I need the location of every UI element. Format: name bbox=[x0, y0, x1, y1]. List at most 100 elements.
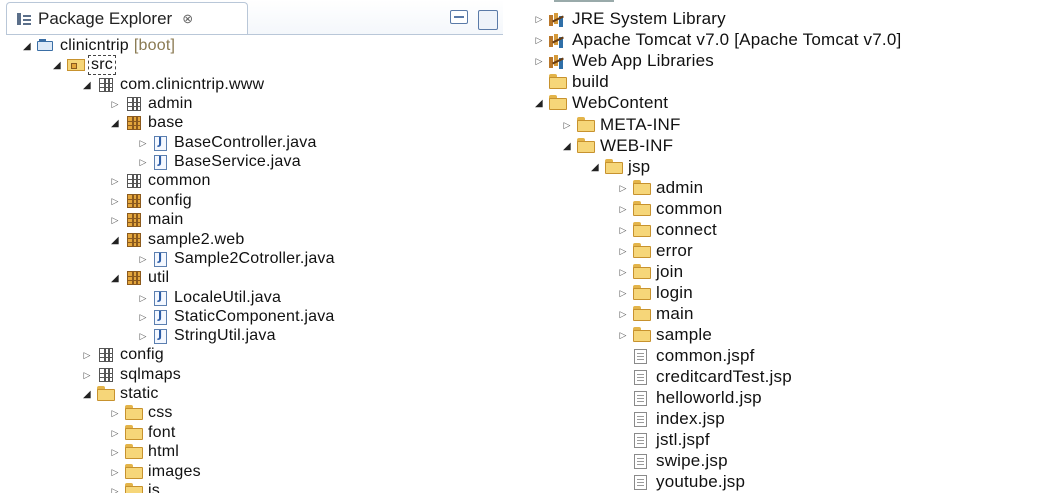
expand-arrow-icon[interactable]: ▷ bbox=[560, 120, 574, 131]
tree-item[interactable]: ▷ join bbox=[616, 262, 683, 282]
minimize-icon[interactable] bbox=[450, 10, 468, 24]
expand-arrow-icon[interactable]: ▷ bbox=[616, 246, 630, 257]
tree-item[interactable]: ▷ sqlmaps bbox=[80, 365, 181, 385]
expand-arrow-icon[interactable]: ▷ bbox=[108, 486, 122, 493]
expand-arrow-icon[interactable]: ▷ bbox=[532, 14, 546, 25]
collapse-arrow-icon[interactable]: ◢ bbox=[532, 98, 546, 109]
expand-arrow-icon[interactable]: ▷ bbox=[108, 176, 122, 187]
tree-item[interactable]: ▷ admin bbox=[616, 178, 703, 198]
tree-item[interactable]: ▷ error bbox=[616, 241, 693, 261]
collapse-arrow-icon[interactable]: ◢ bbox=[108, 235, 122, 246]
expand-arrow-icon[interactable]: ▷ bbox=[108, 215, 122, 226]
maximize-icon[interactable] bbox=[478, 10, 498, 30]
tree-item[interactable]: ◢ jsp bbox=[588, 157, 650, 177]
tree-item-label: error bbox=[656, 241, 693, 260]
expand-arrow-icon[interactable]: ▷ bbox=[136, 138, 150, 149]
tree-item[interactable]: ▷ images bbox=[108, 462, 201, 482]
tree-item[interactable]: ▷ common bbox=[108, 171, 211, 191]
expand-arrow-icon[interactable]: ▷ bbox=[136, 254, 150, 265]
expand-arrow-icon[interactable]: ▷ bbox=[616, 288, 630, 299]
tree-item[interactable]: ◢ util bbox=[108, 268, 169, 288]
expand-arrow-icon[interactable]: ▷ bbox=[108, 408, 122, 419]
expand-arrow-icon[interactable]: ▷ bbox=[136, 157, 150, 168]
expand-arrow-icon[interactable]: ▷ bbox=[616, 330, 630, 341]
tree-item-label: build bbox=[572, 72, 609, 91]
package-explorer-tab[interactable]: Package Explorer ⊗ bbox=[6, 2, 248, 34]
expand-arrow-icon[interactable]: ▷ bbox=[136, 293, 150, 304]
tree-item[interactable]: youtube.jsp bbox=[616, 472, 745, 492]
expand-arrow-icon[interactable]: ▷ bbox=[616, 204, 630, 215]
folder-icon bbox=[633, 180, 651, 195]
expand-arrow-icon[interactable]: ▷ bbox=[532, 56, 546, 67]
tree-item[interactable]: swipe.jsp bbox=[616, 451, 728, 471]
tree-item[interactable]: ◢ WEB-INF bbox=[560, 136, 673, 156]
expand-arrow-icon[interactable]: ▷ bbox=[136, 312, 150, 323]
tree-item[interactable]: ▷ StringUtil.java bbox=[136, 326, 276, 346]
expand-arrow-icon[interactable]: ▷ bbox=[80, 370, 94, 381]
tree-item[interactable]: ▷ Sample2Cotroller.java bbox=[136, 249, 335, 269]
tree-item[interactable]: ▷ connect bbox=[616, 220, 717, 240]
close-icon[interactable]: ⊗ bbox=[182, 11, 193, 27]
tree-item[interactable]: common.jspf bbox=[616, 346, 755, 366]
expand-arrow-icon[interactable]: ▷ bbox=[616, 267, 630, 278]
tree-item[interactable]: jstl.jspf bbox=[616, 430, 710, 450]
expand-arrow-icon[interactable]: ▷ bbox=[108, 196, 122, 207]
tree-item[interactable]: ▷ META-INF bbox=[560, 115, 681, 135]
tree-item[interactable]: ▷ common bbox=[616, 199, 722, 219]
tree-item[interactable]: ▷ config bbox=[80, 345, 164, 365]
expand-arrow-icon[interactable]: ▷ bbox=[616, 225, 630, 236]
java-file-icon bbox=[154, 290, 167, 306]
collapse-arrow-icon[interactable]: ◢ bbox=[108, 273, 122, 284]
collapse-arrow-icon[interactable]: ◢ bbox=[50, 60, 64, 71]
expand-arrow-icon[interactable]: ▷ bbox=[136, 331, 150, 342]
expand-arrow-icon[interactable]: ▷ bbox=[532, 35, 546, 46]
tree-item[interactable]: ▷ html bbox=[108, 442, 179, 462]
tree-item[interactable]: ◢ base bbox=[108, 113, 184, 133]
tree-item[interactable]: creditcardTest.jsp bbox=[616, 367, 792, 387]
expand-arrow-icon[interactable]: ▷ bbox=[108, 99, 122, 110]
tree-item-label: base bbox=[148, 114, 184, 131]
expand-arrow-icon[interactable]: ▷ bbox=[108, 467, 122, 478]
tree-item[interactable]: ▷ admin bbox=[108, 94, 193, 114]
tree-item[interactable]: ▷ Apache Tomcat v7.0 [Apache Tomcat v7.0] bbox=[532, 30, 901, 50]
package-icon bbox=[127, 174, 141, 188]
expand-arrow-icon[interactable]: ▷ bbox=[108, 447, 122, 458]
tree-item[interactable]: ▷ login bbox=[616, 283, 693, 303]
tree-item[interactable]: ◢ WebContent bbox=[532, 93, 668, 113]
tree-item-label: images bbox=[148, 463, 201, 480]
tree-item[interactable]: ▷ Web App Libraries bbox=[532, 51, 714, 71]
tree-item[interactable]: helloworld.jsp bbox=[616, 388, 762, 408]
tree-item-label: main bbox=[656, 304, 694, 323]
tree-item[interactable]: ▷ config bbox=[108, 191, 192, 211]
collapse-arrow-icon[interactable]: ◢ bbox=[560, 141, 574, 152]
tree-item[interactable]: ▷ css bbox=[108, 403, 173, 423]
collapse-arrow-icon[interactable]: ◢ bbox=[80, 389, 94, 400]
tree-item[interactable]: build bbox=[532, 72, 609, 92]
tree-item[interactable]: ▷ BaseService.java bbox=[136, 152, 301, 172]
collapse-arrow-icon[interactable]: ◢ bbox=[20, 41, 34, 52]
tree-item[interactable]: ◢ sample2.web bbox=[108, 230, 244, 250]
tree-item[interactable]: ◢ com.clinicntrip.www bbox=[80, 75, 264, 95]
tree-item[interactable]: ▷ JRE System Library bbox=[532, 9, 726, 29]
expand-arrow-icon[interactable]: ▷ bbox=[80, 350, 94, 361]
expand-arrow-icon[interactable]: ▷ bbox=[108, 428, 122, 439]
tree-item[interactable]: ▷ main bbox=[108, 210, 183, 230]
tree-item[interactable]: ▷ StaticComponent.java bbox=[136, 307, 335, 327]
tree-item[interactable]: ◢ clinicntrip [boot] bbox=[20, 36, 175, 56]
expand-arrow-icon[interactable]: ▷ bbox=[616, 183, 630, 194]
collapse-arrow-icon[interactable]: ◢ bbox=[80, 80, 94, 91]
collapse-arrow-icon[interactable]: ◢ bbox=[108, 118, 122, 129]
tree-item[interactable]: ▷ sample bbox=[616, 325, 712, 345]
tree-item[interactable]: ▷ js bbox=[108, 481, 160, 493]
tree-item[interactable]: index.jsp bbox=[616, 409, 725, 429]
tree-item[interactable]: ◢ static bbox=[80, 384, 159, 404]
tree-item[interactable]: ▷ main bbox=[616, 304, 694, 324]
collapse-arrow-icon[interactable]: ◢ bbox=[588, 162, 602, 173]
tree-item[interactable]: ◢ src bbox=[50, 55, 116, 75]
tree-item[interactable]: ▷ BaseController.java bbox=[136, 133, 317, 153]
tree-item[interactable]: ▷ LocaleUtil.java bbox=[136, 288, 281, 308]
tree-item-label: js bbox=[148, 482, 160, 493]
tree-item[interactable]: ▷ font bbox=[108, 423, 176, 443]
expand-arrow-icon[interactable]: ▷ bbox=[616, 309, 630, 320]
java-file-icon bbox=[154, 328, 167, 344]
